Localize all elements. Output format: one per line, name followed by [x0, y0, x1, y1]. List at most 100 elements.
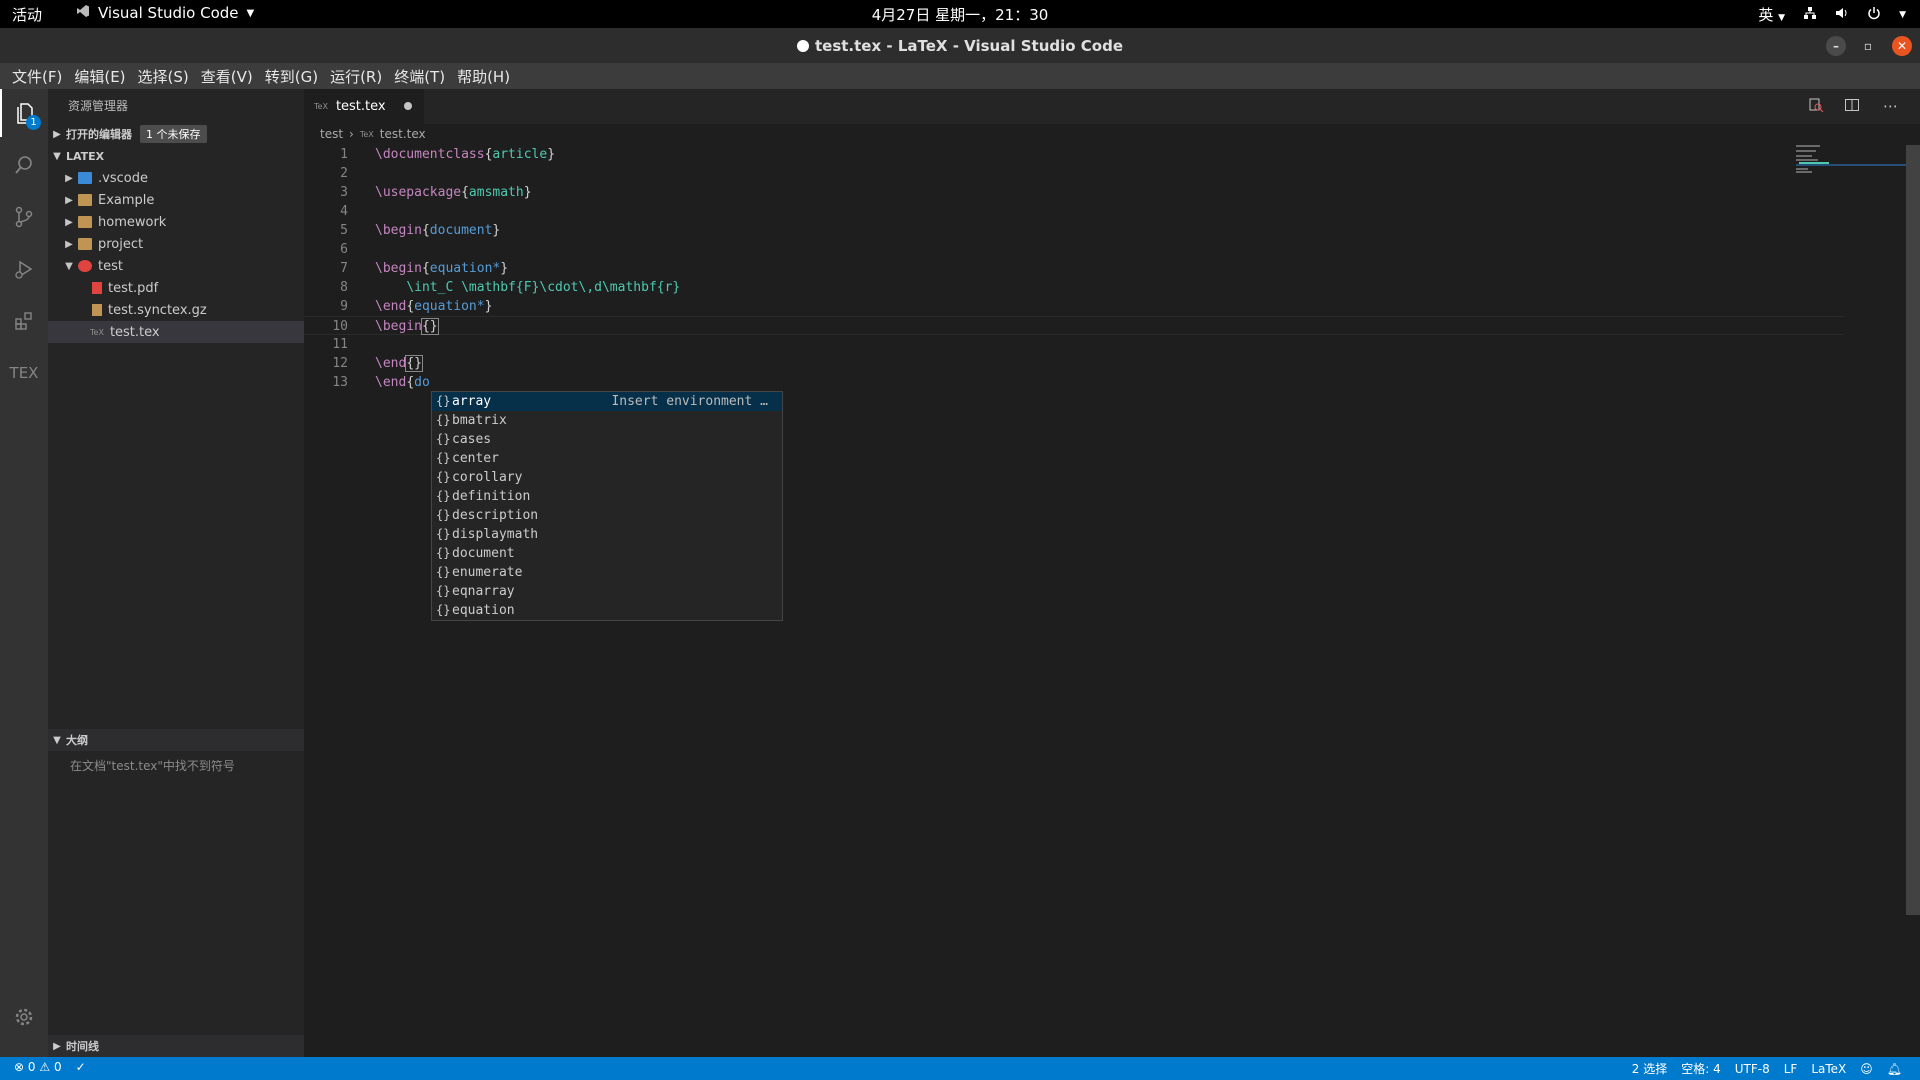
breadcrumb-file[interactable]: test.tex	[380, 127, 426, 141]
chevron-right-icon: ›	[349, 127, 354, 141]
suggest-item[interactable]: {} definition	[432, 487, 782, 506]
menu-file[interactable]: 文件(F)	[6, 66, 68, 87]
more-actions-icon[interactable]: ⋯	[1883, 97, 1898, 115]
minimap[interactable]	[1796, 145, 1906, 205]
indentation[interactable]: 空格: 4	[1681, 1060, 1721, 1077]
suggest-item[interactable]: {} description	[432, 506, 782, 525]
chevron-down-icon: ▼	[53, 150, 61, 162]
breadcrumb: test › TeX test.tex	[320, 127, 426, 141]
menu-edit[interactable]: 编辑(E)	[68, 66, 131, 87]
tex-file-icon: TeX	[359, 129, 374, 139]
code-editor[interactable]: 1 \documentclass{article} 2 3 \usepackage{…	[304, 145, 1844, 621]
tree-item-example[interactable]: ▶ Example	[48, 189, 304, 211]
outline-empty-message: 在文档"test.tex"中找不到符号	[70, 759, 235, 773]
suggest-item[interactable]: {} displaymath	[432, 525, 782, 544]
suggest-item[interactable]: {} bmatrix	[432, 411, 782, 430]
explorer-sidebar: 资源管理器 ▶ 打开的编辑器 1 个未保存 ▼ LATEX ▶ .vscode …	[48, 89, 304, 1057]
network-icon[interactable]	[1803, 6, 1817, 24]
line-ending[interactable]: LF	[1784, 1062, 1798, 1076]
suggest-item[interactable]: {} document	[432, 544, 782, 563]
tree-item-test-synctex[interactable]: test.synctex.gz	[48, 299, 304, 321]
menu-view[interactable]: 查看(V)	[195, 66, 259, 87]
check-icon[interactable]: ✓	[76, 1060, 86, 1074]
code-line: 11	[332, 337, 348, 352]
source-control-icon[interactable]	[0, 193, 48, 241]
environment-icon: {}	[436, 451, 451, 465]
close-button[interactable]: ✕	[1892, 36, 1912, 56]
language-mode[interactable]: LaTeX	[1811, 1062, 1846, 1076]
menu-run[interactable]: 运行(R)	[324, 66, 388, 87]
folder-icon	[78, 260, 92, 272]
folder-icon	[78, 194, 92, 206]
outline-section[interactable]: ▼ 大纲	[48, 729, 304, 751]
suggest-item[interactable]: {} center	[432, 449, 782, 468]
run-debug-icon[interactable]	[0, 245, 48, 293]
input-method-indicator[interactable]: 英 ▼	[1758, 4, 1785, 25]
suggest-widget: {} array Insert environment … {} bmatrix {}…	[431, 391, 783, 621]
environment-icon: {}	[436, 489, 451, 503]
search-icon[interactable]	[0, 141, 48, 189]
archive-file-icon	[92, 304, 102, 316]
code-line: 12 \end{}	[332, 355, 423, 372]
volume-icon[interactable]	[1835, 6, 1849, 24]
chevron-down-icon[interactable]: ▼	[1899, 10, 1906, 20]
breadcrumb-folder[interactable]: test	[320, 127, 343, 141]
tree-item-project[interactable]: ▶ project	[48, 233, 304, 255]
tex-icon[interactable]: TEX	[0, 349, 48, 397]
minimize-button[interactable]: –	[1826, 36, 1846, 56]
code-line: 5 \begin{document}	[340, 223, 501, 238]
split-editor-icon[interactable]	[1844, 97, 1860, 117]
tree-item-test-pdf[interactable]: test.pdf	[48, 277, 304, 299]
extensions-icon[interactable]	[0, 297, 48, 345]
menu-help[interactable]: 帮助(H)	[451, 66, 516, 87]
bell-icon[interactable]: 🔔︎	[1887, 1062, 1902, 1076]
menu-go[interactable]: 转到(G)	[259, 66, 324, 87]
environment-icon: {}	[436, 470, 451, 484]
chevron-down-icon: ▼	[53, 734, 61, 746]
tree-item-test-tex[interactable]: TeX test.tex	[48, 321, 304, 343]
code-line: 4	[340, 204, 348, 219]
pdf-file-icon	[92, 282, 102, 294]
suggest-item[interactable]: {} array Insert environment …	[432, 392, 782, 411]
environment-icon: {}	[436, 527, 451, 541]
restore-button[interactable]: ▫	[1858, 36, 1878, 56]
problems-indicator[interactable]: ⊗ 0 ⚠ 0	[14, 1060, 62, 1074]
chevron-right-icon: ▶	[65, 238, 73, 250]
suggest-item[interactable]: {} corollary	[432, 468, 782, 487]
files-icon[interactable]: 1	[0, 89, 48, 137]
code-line: 13 \end{do	[332, 375, 430, 390]
suggest-item[interactable]: {} equation	[432, 601, 782, 620]
clock[interactable]: 4月27日 星期一，21：30	[872, 6, 1049, 24]
code-line: 3 \usepackage{amsmath}	[340, 185, 532, 200]
chevron-right-icon: ▶	[53, 1040, 61, 1052]
suggest-item[interactable]: {} eqnarray	[432, 582, 782, 601]
suggest-item[interactable]: {} enumerate	[432, 563, 782, 582]
timeline-section[interactable]: ▶ 时间线	[48, 1035, 304, 1057]
menu-selection[interactable]: 选择(S)	[132, 66, 195, 87]
explorer-badge: 1	[26, 115, 41, 130]
activity-bar: 1 TEX	[0, 89, 48, 1057]
activities-button[interactable]: 活动	[12, 4, 42, 25]
tree-item-test[interactable]: ▼ test	[48, 255, 304, 277]
unsaved-dot-icon[interactable]	[404, 102, 412, 110]
tree-item-homework[interactable]: ▶ homework	[48, 211, 304, 233]
power-icon[interactable]	[1867, 6, 1881, 24]
open-editors-section[interactable]: ▶ 打开的编辑器 1 个未保存	[48, 123, 304, 145]
tex-file-icon: TeX	[314, 102, 328, 111]
environment-icon: {}	[436, 584, 451, 598]
feedback-icon[interactable]: ☺	[1860, 1062, 1873, 1076]
selection-count[interactable]: 2 选择	[1632, 1060, 1667, 1077]
tree-item-vscode[interactable]: ▶ .vscode	[48, 167, 304, 189]
suggest-item[interactable]: {} cases	[432, 430, 782, 449]
app-menu[interactable]: Visual Studio Code ▼	[76, 4, 254, 22]
gear-icon[interactable]	[0, 993, 48, 1041]
view-pdf-icon[interactable]	[1808, 97, 1824, 117]
workspace-section[interactable]: ▼ LATEX	[48, 145, 304, 167]
tab-test-tex[interactable]: TeX test.tex	[304, 89, 424, 124]
menu-terminal[interactable]: 终端(T)	[388, 66, 451, 87]
vertical-scrollbar[interactable]	[1906, 145, 1920, 915]
encoding[interactable]: UTF-8	[1735, 1062, 1770, 1076]
tab-label: test.tex	[335, 99, 386, 114]
suggest-detail: Insert environment …	[611, 394, 768, 409]
menu-bar: 文件(F) 编辑(E) 选择(S) 查看(V) 转到(G) 运行(R) 终端(T…	[0, 63, 1920, 89]
